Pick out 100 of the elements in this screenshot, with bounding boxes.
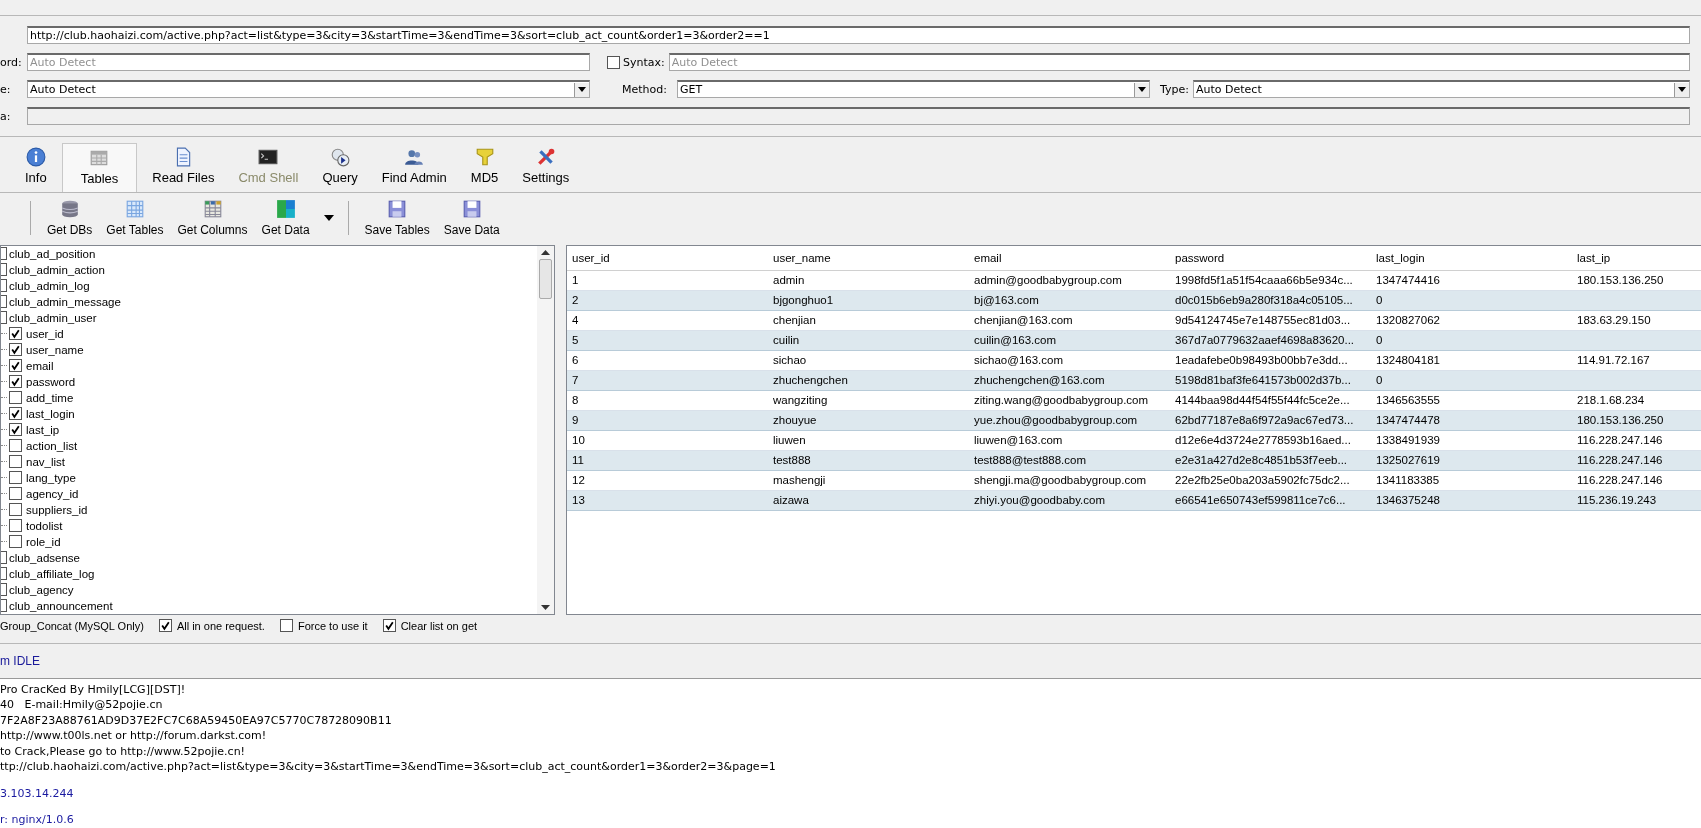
column-header[interactable]: user_id <box>572 251 773 264</box>
toolbar-button[interactable]: Get Data <box>255 196 316 241</box>
checkbox[interactable] <box>607 55 620 69</box>
tree-item[interactable]: club_admin_log <box>9 279 90 292</box>
log-line: 40 E-mail:Hmily@52pojie.cn <box>0 698 163 712</box>
checkbox[interactable] <box>1 247 7 261</box>
checkbox[interactable] <box>9 327 22 341</box>
tree-item[interactable]: role_id <box>26 535 61 548</box>
column-header[interactable]: last_login <box>1376 251 1577 264</box>
scroll-thumb[interactable] <box>539 258 552 299</box>
tree-item[interactable]: last_login <box>26 407 75 420</box>
checkbox[interactable] <box>1 279 7 293</box>
checkbox[interactable] <box>9 343 22 357</box>
tree-item[interactable]: user_name <box>26 343 84 356</box>
tree-item[interactable]: last_ip <box>26 423 60 436</box>
tab[interactable]: Read Files <box>143 142 224 193</box>
checkbox[interactable] <box>9 455 22 469</box>
table-cell: zhiyi.you@goodbaby.com <box>974 494 1105 507</box>
tree-item[interactable]: action_list <box>26 439 78 452</box>
checkbox[interactable] <box>158 619 172 633</box>
column-header[interactable]: email <box>974 251 1175 264</box>
dropdown[interactable]: Auto Detect <box>27 80 590 99</box>
checkbox[interactable] <box>9 535 22 549</box>
tree-item[interactable]: user_id <box>26 327 64 340</box>
checkbox[interactable] <box>9 439 22 453</box>
caret-icon[interactable] <box>578 87 586 93</box>
tree-item[interactable]: todolist <box>26 519 63 532</box>
caret-icon[interactable] <box>323 215 334 222</box>
scroll-up-icon[interactable] <box>541 249 550 255</box>
table-cell: 116.228.247.146 <box>1577 454 1663 467</box>
url-field[interactable]: http://club.haohaizi.com/active.php?act=list&type=3&city=3&startTime=3&endTime=3&sort=club_act_count&order1=3&order2==1 <box>27 26 1690 45</box>
tree-item[interactable]: add_time <box>26 391 74 404</box>
tree-item[interactable]: suppliers_id <box>26 503 88 516</box>
database-icon <box>59 199 80 220</box>
caret-icon[interactable] <box>1138 87 1146 93</box>
toolbar-button[interactable]: Save Tables <box>358 196 436 241</box>
column-header[interactable]: password <box>1175 251 1376 264</box>
tab[interactable]: Info <box>16 142 56 193</box>
table-cell: ziting.wang@goodbabygroup.com <box>974 394 1149 407</box>
checkbox[interactable] <box>382 619 396 633</box>
checkbox[interactable] <box>9 375 22 389</box>
field-label: a: <box>0 109 12 123</box>
field-label: Method: <box>622 82 668 96</box>
tab[interactable]: MD5 <box>461 142 508 193</box>
toolbar-button[interactable]: Save Data <box>437 196 506 241</box>
caret-icon[interactable] <box>1678 87 1686 93</box>
checkbox[interactable] <box>9 471 22 485</box>
table-cell: 5198d81baf3fe641573b002d37b... <box>1175 374 1351 387</box>
table-cell: 12 <box>572 474 585 487</box>
table-cell: cuilin <box>773 334 800 347</box>
option-label: All in one request. <box>176 619 265 632</box>
checkbox[interactable] <box>9 487 22 501</box>
scrollbar[interactable] <box>537 245 554 614</box>
dropdown[interactable]: Auto Detect <box>1193 80 1690 99</box>
scroll-down-icon[interactable] <box>541 604 550 610</box>
tree-item[interactable]: lang_type <box>26 471 76 484</box>
checkbox[interactable] <box>1 583 7 597</box>
tree-item[interactable]: club_admin_message <box>9 295 121 308</box>
toolbar-button[interactable]: Get Tables <box>100 196 170 241</box>
tree-item[interactable]: club_adsense <box>9 551 80 564</box>
field-label: ord: <box>0 55 23 69</box>
column-header[interactable]: user_name <box>773 251 974 264</box>
toolbar-button[interactable]: Get DBs <box>41 196 99 241</box>
tab[interactable]: Tables <box>61 143 138 193</box>
tab[interactable]: Settings <box>513 142 579 193</box>
table-cell: e66541e650743ef599811ce7c6... <box>1175 494 1346 507</box>
tree-item[interactable]: club_ad_position <box>9 247 96 260</box>
table-cell: sichao@163.com <box>974 354 1064 367</box>
checkbox[interactable] <box>9 503 22 517</box>
tree-item[interactable]: club_affiliate_log <box>9 567 95 580</box>
checkbox[interactable] <box>1 567 7 581</box>
checkbox[interactable] <box>1 599 7 613</box>
tree-item[interactable]: email <box>26 359 54 372</box>
column-header[interactable]: last_ip <box>1577 251 1701 264</box>
tab[interactable]: Find Admin <box>372 142 456 193</box>
checkbox[interactable] <box>1 311 7 325</box>
dropdown[interactable]: GET <box>677 80 1150 99</box>
table-cell: test888 <box>773 454 811 467</box>
keyword-field[interactable]: Auto Detect <box>27 53 590 72</box>
toolbar-button[interactable]: Get Columns <box>171 196 254 241</box>
table-cell: 7 <box>572 374 579 387</box>
table-cell: 62bd77187e8a6f972a9ac67ed73... <box>1175 414 1354 427</box>
checkbox[interactable] <box>279 619 293 633</box>
checkbox[interactable] <box>9 391 22 405</box>
tree-item[interactable]: password <box>26 375 76 388</box>
checkbox[interactable] <box>9 407 22 421</box>
tree-item[interactable]: club_agency <box>9 583 74 596</box>
checkbox[interactable] <box>9 359 22 373</box>
tree-item[interactable]: club_announcement <box>9 599 113 612</box>
checkbox[interactable] <box>9 423 22 437</box>
tree-item[interactable]: club_admin_user <box>9 311 97 324</box>
syntax-field[interactable]: Auto Detect <box>668 53 1690 72</box>
tab[interactable]: Query <box>313 142 367 193</box>
checkbox[interactable] <box>1 295 7 309</box>
checkbox[interactable] <box>1 551 7 565</box>
checkbox[interactable] <box>9 519 22 533</box>
tree-item[interactable]: agency_id <box>26 487 79 500</box>
tree-item[interactable]: nav_list <box>26 455 65 468</box>
tree-item[interactable]: club_admin_action <box>9 263 105 276</box>
checkbox[interactable] <box>1 263 7 277</box>
